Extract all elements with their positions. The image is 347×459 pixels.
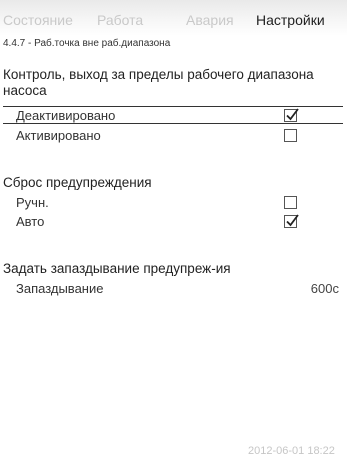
option-label: Авто	[16, 214, 45, 229]
tab-settings[interactable]: Настройки	[256, 12, 325, 28]
section-title-warning-delay: Задать запаздывание предупреж-ия	[3, 261, 231, 276]
timestamp: 2012-06-01 18:22	[248, 445, 335, 457]
option-label: Деактивировано	[16, 108, 116, 123]
option-activated[interactable]: Активировано	[3, 127, 343, 145]
checkbox-checked[interactable]	[284, 214, 299, 228]
delay-label: Запаздывание	[16, 281, 104, 296]
option-label: Ручн.	[16, 195, 49, 210]
check-mark-icon	[286, 214, 299, 227]
section-title-warning-reset: Сброс предупреждения	[3, 175, 152, 190]
tab-alarm[interactable]: Авария	[186, 12, 234, 28]
option-manual[interactable]: Ручн.	[3, 194, 343, 212]
check-mark-icon	[286, 108, 299, 121]
delay-value: 600с	[310, 281, 339, 296]
tab-status[interactable]: Состояние	[3, 12, 73, 28]
checkbox-unchecked[interactable]	[284, 196, 297, 209]
checkbox-checked[interactable]	[284, 108, 299, 122]
section-title-monitoring: Контроль, выход за пределы рабочего диап…	[3, 67, 314, 98]
checkbox-unchecked[interactable]	[284, 129, 297, 142]
delay-setting-row[interactable]: Запаздывание 600с	[3, 280, 343, 298]
option-auto[interactable]: Авто	[3, 213, 343, 231]
tab-operation[interactable]: Работа	[97, 12, 143, 28]
tab-bar: Состояние Работа Авария Настройки	[0, 12, 347, 34]
breadcrumb: 4.4.7 - Раб.точка вне раб.диапазона	[3, 38, 171, 49]
option-deactivated[interactable]: Деактивировано	[3, 106, 343, 124]
option-label: Активировано	[16, 128, 101, 143]
